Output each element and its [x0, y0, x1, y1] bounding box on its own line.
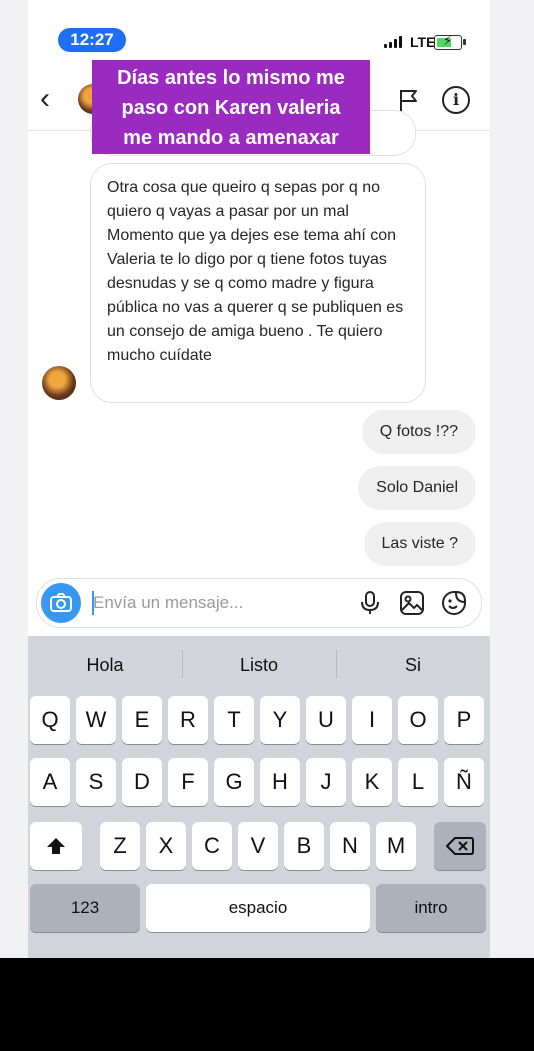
key[interactable]: K: [352, 758, 392, 806]
key[interactable]: F: [168, 758, 208, 806]
shift-key[interactable]: [30, 822, 82, 870]
key[interactable]: E: [122, 696, 162, 744]
story-caption: Días antes lo mismo me paso con Karen va…: [92, 60, 370, 154]
caption-line: me mando a amenaxar: [123, 127, 339, 149]
outgoing-message: Solo Daniel: [358, 466, 476, 510]
screen: 12:27 LTE ⚡ ‹ i Otra cosa que queiro q s…: [0, 0, 534, 958]
key[interactable]: W: [76, 696, 116, 744]
signal-icon: [384, 36, 402, 48]
key[interactable]: X: [146, 822, 186, 870]
caption-line: Días antes lo mismo me: [117, 67, 345, 89]
keyboard: Hola Listo Si Q W E R T Y U I O P A S D …: [28, 636, 490, 958]
key[interactable]: C: [192, 822, 232, 870]
key[interactable]: A: [30, 758, 70, 806]
camera-icon[interactable]: [41, 583, 81, 623]
flag-icon[interactable]: [398, 88, 420, 112]
shift-arrow-icon: [47, 838, 65, 854]
suggestion-item[interactable]: Hola: [28, 636, 182, 692]
key[interactable]: Q: [30, 696, 70, 744]
sticker-icon[interactable]: [441, 590, 467, 616]
status-bar: 12:27 LTE ⚡: [28, 0, 490, 58]
network-label: LTE: [410, 34, 436, 50]
key[interactable]: P: [444, 696, 484, 744]
key[interactable]: T: [214, 696, 254, 744]
key[interactable]: V: [238, 822, 278, 870]
key[interactable]: O: [398, 696, 438, 744]
key[interactable]: R: [168, 696, 208, 744]
message-input[interactable]: [93, 591, 333, 615]
key[interactable]: Z: [100, 822, 140, 870]
key[interactable]: I: [352, 696, 392, 744]
key[interactable]: M: [376, 822, 416, 870]
backspace-icon: [446, 837, 474, 855]
numbers-key[interactable]: 123: [30, 884, 140, 932]
key[interactable]: U: [306, 696, 346, 744]
space-key[interactable]: espacio: [146, 884, 370, 932]
key[interactable]: B: [284, 822, 324, 870]
status-time: 12:27: [58, 28, 126, 52]
outgoing-message: Q fotos !??: [361, 410, 476, 454]
key[interactable]: J: [306, 758, 346, 806]
key[interactable]: L: [398, 758, 438, 806]
suggestion-item[interactable]: Si: [336, 636, 490, 692]
caption-line: paso con Karen valeria: [121, 97, 341, 119]
key[interactable]: D: [122, 758, 162, 806]
key[interactable]: Ñ: [444, 758, 484, 806]
message-composer: [36, 578, 482, 628]
key[interactable]: H: [260, 758, 300, 806]
suggestion-item[interactable]: Listo: [182, 636, 336, 692]
battery-icon: ⚡: [434, 33, 466, 50]
outgoing-message: Las viste ?: [363, 522, 476, 566]
back-chevron-icon[interactable]: ‹: [40, 84, 50, 114]
key[interactable]: G: [214, 758, 254, 806]
key[interactable]: N: [330, 822, 370, 870]
incoming-message: Otra cosa que queiro q sepas por q no qu…: [90, 163, 426, 403]
return-key[interactable]: intro: [376, 884, 486, 932]
suggestion-bar: Hola Listo Si: [28, 636, 490, 692]
backspace-key[interactable]: [434, 822, 486, 870]
key[interactable]: Y: [260, 696, 300, 744]
incoming-message-text: Otra cosa que queiro q sepas por q no qu…: [107, 179, 404, 364]
microphone-icon[interactable]: [357, 590, 383, 616]
gallery-icon[interactable]: [399, 590, 425, 616]
sender-avatar[interactable]: [42, 366, 76, 400]
info-icon[interactable]: i: [442, 86, 470, 114]
key[interactable]: S: [76, 758, 116, 806]
